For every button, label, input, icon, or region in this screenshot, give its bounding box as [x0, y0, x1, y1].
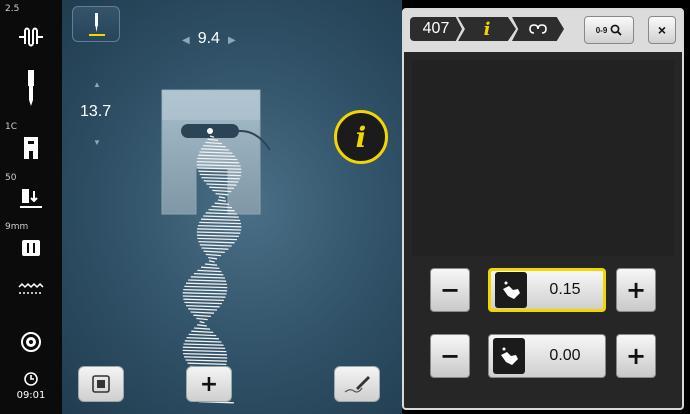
breadcrumb-balance[interactable]: [512, 17, 564, 41]
needle-position-value: 2.5: [5, 4, 20, 14]
pen-icon: [344, 376, 370, 393]
search-icon: [610, 24, 622, 36]
add-button[interactable]: +: [186, 366, 232, 402]
sidebar: 2.5 1C 50 9mm 09:01: [0, 0, 62, 414]
clock-icon: [0, 370, 62, 388]
needle-icon[interactable]: [0, 66, 62, 110]
tension-value: 50: [5, 173, 17, 183]
adjust-value-field-1[interactable]: 0.15: [488, 268, 606, 312]
adjust-value-2: 0.00: [549, 347, 581, 364]
decrease-button-1[interactable]: −: [430, 268, 470, 312]
pattern-view-icon: [92, 375, 110, 393]
presser-foot-pressure-icon[interactable]: [0, 184, 62, 214]
breadcrumb-info[interactable]: i: [458, 17, 516, 41]
stitch-preview-area: ◀ 9.4 ▶ ▲ 13.7 ▼ i +: [62, 0, 402, 414]
adjust-value-1: 0.15: [549, 281, 581, 298]
stitch-width-max-value: 9mm: [5, 222, 29, 232]
increase-button-2[interactable]: +: [616, 334, 656, 378]
adjust-row-1: − 0.15 +: [430, 268, 676, 314]
stitch-plate-icon[interactable]: [0, 235, 62, 261]
hand-sewing-icon: [493, 338, 525, 374]
increase-button-1[interactable]: +: [616, 268, 656, 312]
balance-icon: [529, 24, 547, 34]
info-button[interactable]: i: [334, 110, 388, 164]
decrease-button-2[interactable]: −: [430, 334, 470, 378]
add-icon: +: [199, 371, 219, 397]
info-panel: 407 i 0-9 × − 0.15 + − 0.00 +: [402, 8, 684, 410]
close-button[interactable]: ×: [648, 16, 676, 44]
pattern-view-button[interactable]: [78, 366, 124, 402]
edit-pattern-button[interactable]: [334, 366, 380, 402]
stitch-preview-graphic: [161, 89, 271, 404]
panel-content-area: [412, 60, 674, 256]
hand-sewing-icon: [495, 272, 527, 308]
adjust-value-field-2[interactable]: 0.00: [488, 334, 606, 378]
presser-foot-value: 1C: [5, 122, 18, 132]
bobbin-icon[interactable]: [0, 328, 62, 356]
search-number-label: 0-9: [595, 25, 608, 35]
panel-header: 407 i 0-9 ×: [404, 10, 682, 52]
feed-dog-icon[interactable]: [0, 278, 62, 300]
adjust-row-2: − 0.00 +: [430, 334, 676, 380]
clock-time: 09:01: [16, 390, 46, 401]
needle-position-icon[interactable]: [0, 20, 62, 54]
breadcrumb-pattern-number[interactable]: 407: [410, 17, 462, 41]
presser-foot-icon[interactable]: [0, 132, 62, 164]
search-by-number-button[interactable]: 0-9: [584, 16, 634, 44]
